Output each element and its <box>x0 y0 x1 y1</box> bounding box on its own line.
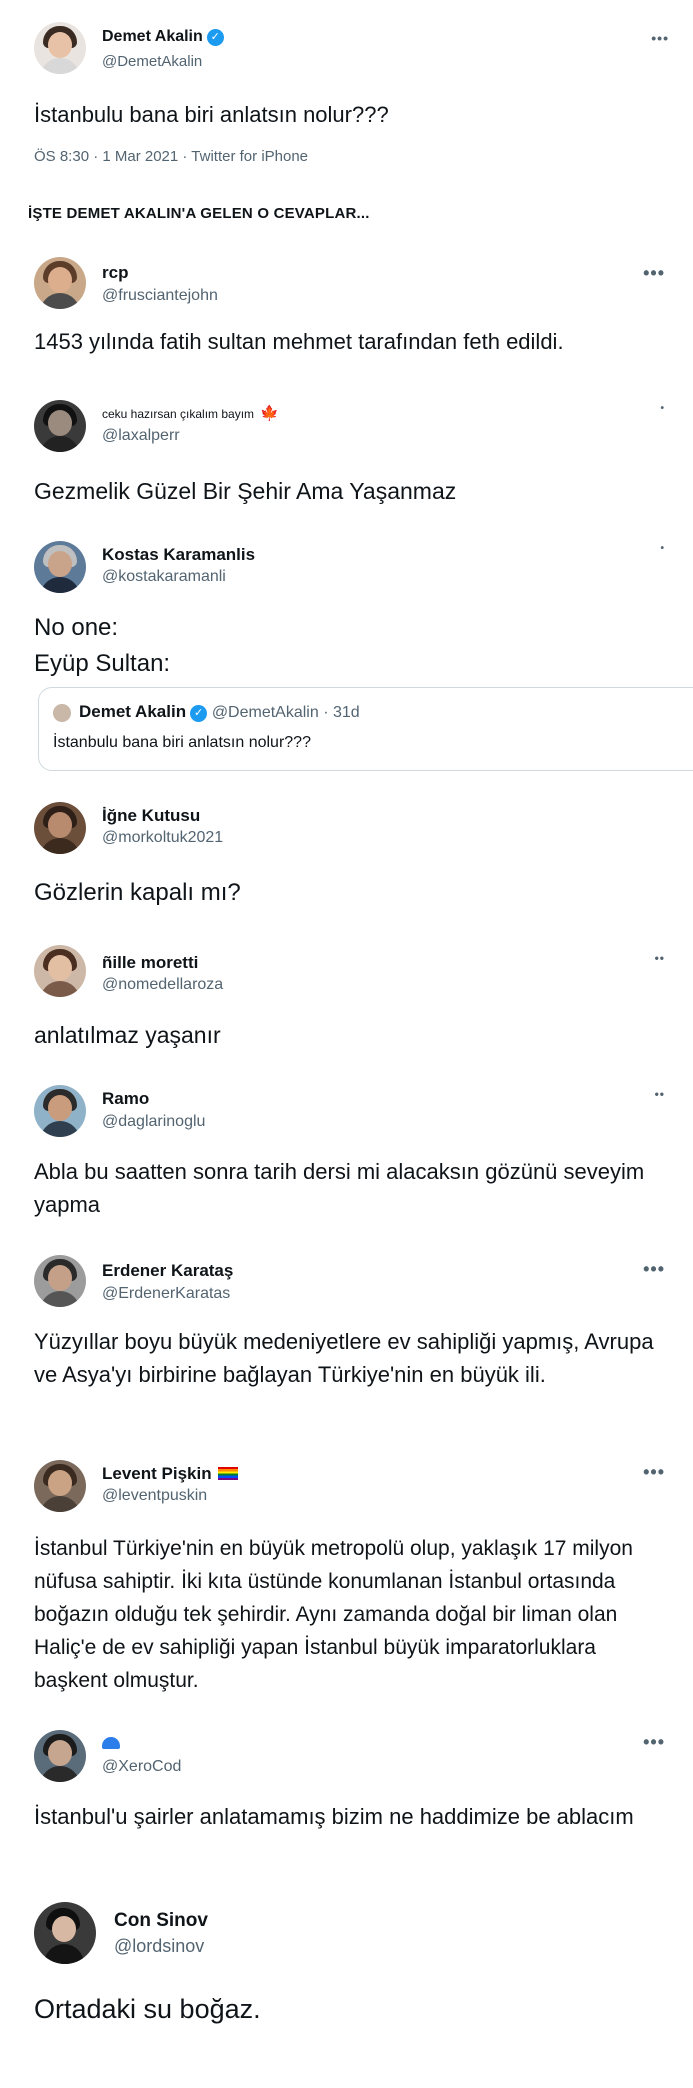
quoted-avatar <box>53 704 71 722</box>
author-name[interactable]: ceku hazırsan çıkalım bayım 🍁 <box>102 404 279 422</box>
reply-tweet: ceku hazırsan çıkalım bayım 🍁 @laxalperr … <box>0 385 693 515</box>
more-options-icon[interactable]: ••• <box>651 30 669 46</box>
author-handle[interactable]: @DemetAkalin <box>102 53 202 70</box>
author-name[interactable]: Con Sinov <box>114 1910 208 1932</box>
avatar[interactable] <box>34 1730 86 1782</box>
author-name[interactable]: İğne Kutusu <box>102 806 200 826</box>
author-handle[interactable]: @XeroCod <box>102 1758 181 1776</box>
author-handle[interactable]: @daglarinoglu <box>102 1113 205 1131</box>
avatar[interactable] <box>34 22 86 74</box>
more-options-icon[interactable]: ••• <box>643 263 665 284</box>
tweet-meta[interactable]: ÖS 8:30 · 1 Mar 2021 · Twitter for iPhon… <box>34 148 308 165</box>
author-handle[interactable]: @fruscianteјohn <box>102 287 218 305</box>
author-name[interactable]: rcp <box>102 263 128 283</box>
rainbow-flag-icon <box>217 1467 238 1480</box>
author-handle[interactable]: @ErdenerKaratas <box>102 1285 230 1303</box>
quoted-tweet[interactable]: Demet Akalin ✓ @DemetAkalin · 31d İstanbu… <box>38 687 693 771</box>
author-name[interactable]: Erdener Karataş <box>102 1261 233 1281</box>
tweet-text: İstanbulu bana biri anlatsın nolur??? <box>34 102 389 127</box>
tweet-text: anlatılmaz yaşanır <box>34 1022 221 1048</box>
section-heading: İŞTE DEMET AKALIN'A GELEN O CEVAPLAR... <box>28 205 370 222</box>
reply-tweet: @XeroCod ••• İstanbul'u şairler anlatama… <box>0 1720 693 1870</box>
avatar[interactable] <box>34 802 86 854</box>
reply-tweet: İğne Kutusu @morkoltuk2021 Gözlerin kapa… <box>0 790 693 920</box>
tweet-text: Gezmelik Güzel Bir Şehir Ama Yaşanmaz <box>34 478 457 504</box>
author-name[interactable]: ñille moretti <box>102 953 198 973</box>
author-handle[interactable]: @leventpuskin <box>102 1487 207 1505</box>
author-handle[interactable]: @nomedellaroza <box>102 976 223 994</box>
more-options-icon[interactable]: ••• <box>643 1732 665 1753</box>
tweet-text-line: No one: <box>34 614 119 641</box>
avatar[interactable] <box>34 1460 86 1512</box>
reply-tweet: Erdener Karataş @ErdenerKaratas ••• Yüzy… <box>0 1245 693 1445</box>
avatar[interactable] <box>34 400 86 452</box>
reply-tweet: Ramo @daglarinoglu •• Abla bu saatten so… <box>0 1075 693 1225</box>
author-name[interactable]: Ramo <box>102 1089 149 1109</box>
reply-tweet: Levent Pişkin @leventpuskin ••• İstanbul… <box>0 1450 693 1700</box>
author-name[interactable]: Demet Akalin ✓ <box>102 28 224 46</box>
avatar[interactable] <box>34 257 86 309</box>
blue-cap-icon <box>102 1737 120 1749</box>
author-name[interactable] <box>102 1734 120 1754</box>
tweet-text: Ortadaki su boğaz. <box>34 1994 261 2024</box>
maple-leaf-icon: 🍁 <box>260 405 279 422</box>
avatar[interactable] <box>34 945 86 997</box>
avatar[interactable] <box>34 1085 86 1137</box>
more-options-icon[interactable]: • <box>660 403 665 414</box>
author-name[interactable]: Kostas Karamanlis <box>102 545 255 565</box>
author-handle[interactable]: @morkoltuk2021 <box>102 829 223 847</box>
reply-tweet: ñille moretti @nomedellaroza •• anlatılm… <box>0 935 693 1065</box>
author-name[interactable]: Levent Pişkin <box>102 1464 238 1484</box>
tweet-text: No one: Eyüp Sultan: <box>34 610 665 682</box>
tweet-text-line: Eyüp Sultan: <box>34 650 171 677</box>
more-options-icon[interactable]: • <box>660 543 665 554</box>
tweet-text: Gözlerin kapalı mı? <box>34 879 241 906</box>
tweet-text: Abla bu saatten sonra tarih dersi mi ala… <box>34 1159 645 1217</box>
tweet-text: İstanbul'u şairler anlatamamış bizim ne … <box>34 1804 634 1829</box>
reply-tweet: rcp @fruscianteјohn ••• 1453 yılında fat… <box>0 245 693 370</box>
author-handle[interactable]: @kostakaramanli <box>102 568 226 586</box>
tweet-text: İstanbul Türkiye'nin en büyük metropolü … <box>34 1537 633 1692</box>
author-handle[interactable]: @lordsinov <box>114 1936 204 1957</box>
tweet-text: 1453 yılında fatih sultan mehmet tarafın… <box>34 329 564 354</box>
quoted-author: Demet Akalin ✓ @DemetAkalin · 31d <box>79 702 360 722</box>
more-options-icon[interactable]: •• <box>655 1087 665 1101</box>
avatar[interactable] <box>34 541 86 593</box>
more-options-icon[interactable]: •• <box>655 951 665 965</box>
main-tweet: Demet Akalin ✓ @DemetAkalin ••• İstanbulu… <box>0 0 693 190</box>
verified-icon: ✓ <box>206 29 224 46</box>
more-options-icon[interactable]: ••• <box>643 1259 665 1280</box>
author-handle[interactable]: @laxalperr <box>102 427 180 445</box>
verified-icon: ✓ <box>190 705 208 722</box>
avatar[interactable] <box>34 1902 96 1964</box>
tweet-text: Yüzyıllar boyu büyük medeniyetlere ev sa… <box>34 1329 654 1387</box>
reply-tweet: Con Sinov @lordsinov Ortadaki su boğaz. <box>0 1890 693 2088</box>
quoted-text: İstanbulu bana biri anlatsın nolur??? <box>53 734 311 751</box>
more-options-icon[interactable]: ••• <box>643 1462 665 1483</box>
avatar[interactable] <box>34 1255 86 1307</box>
